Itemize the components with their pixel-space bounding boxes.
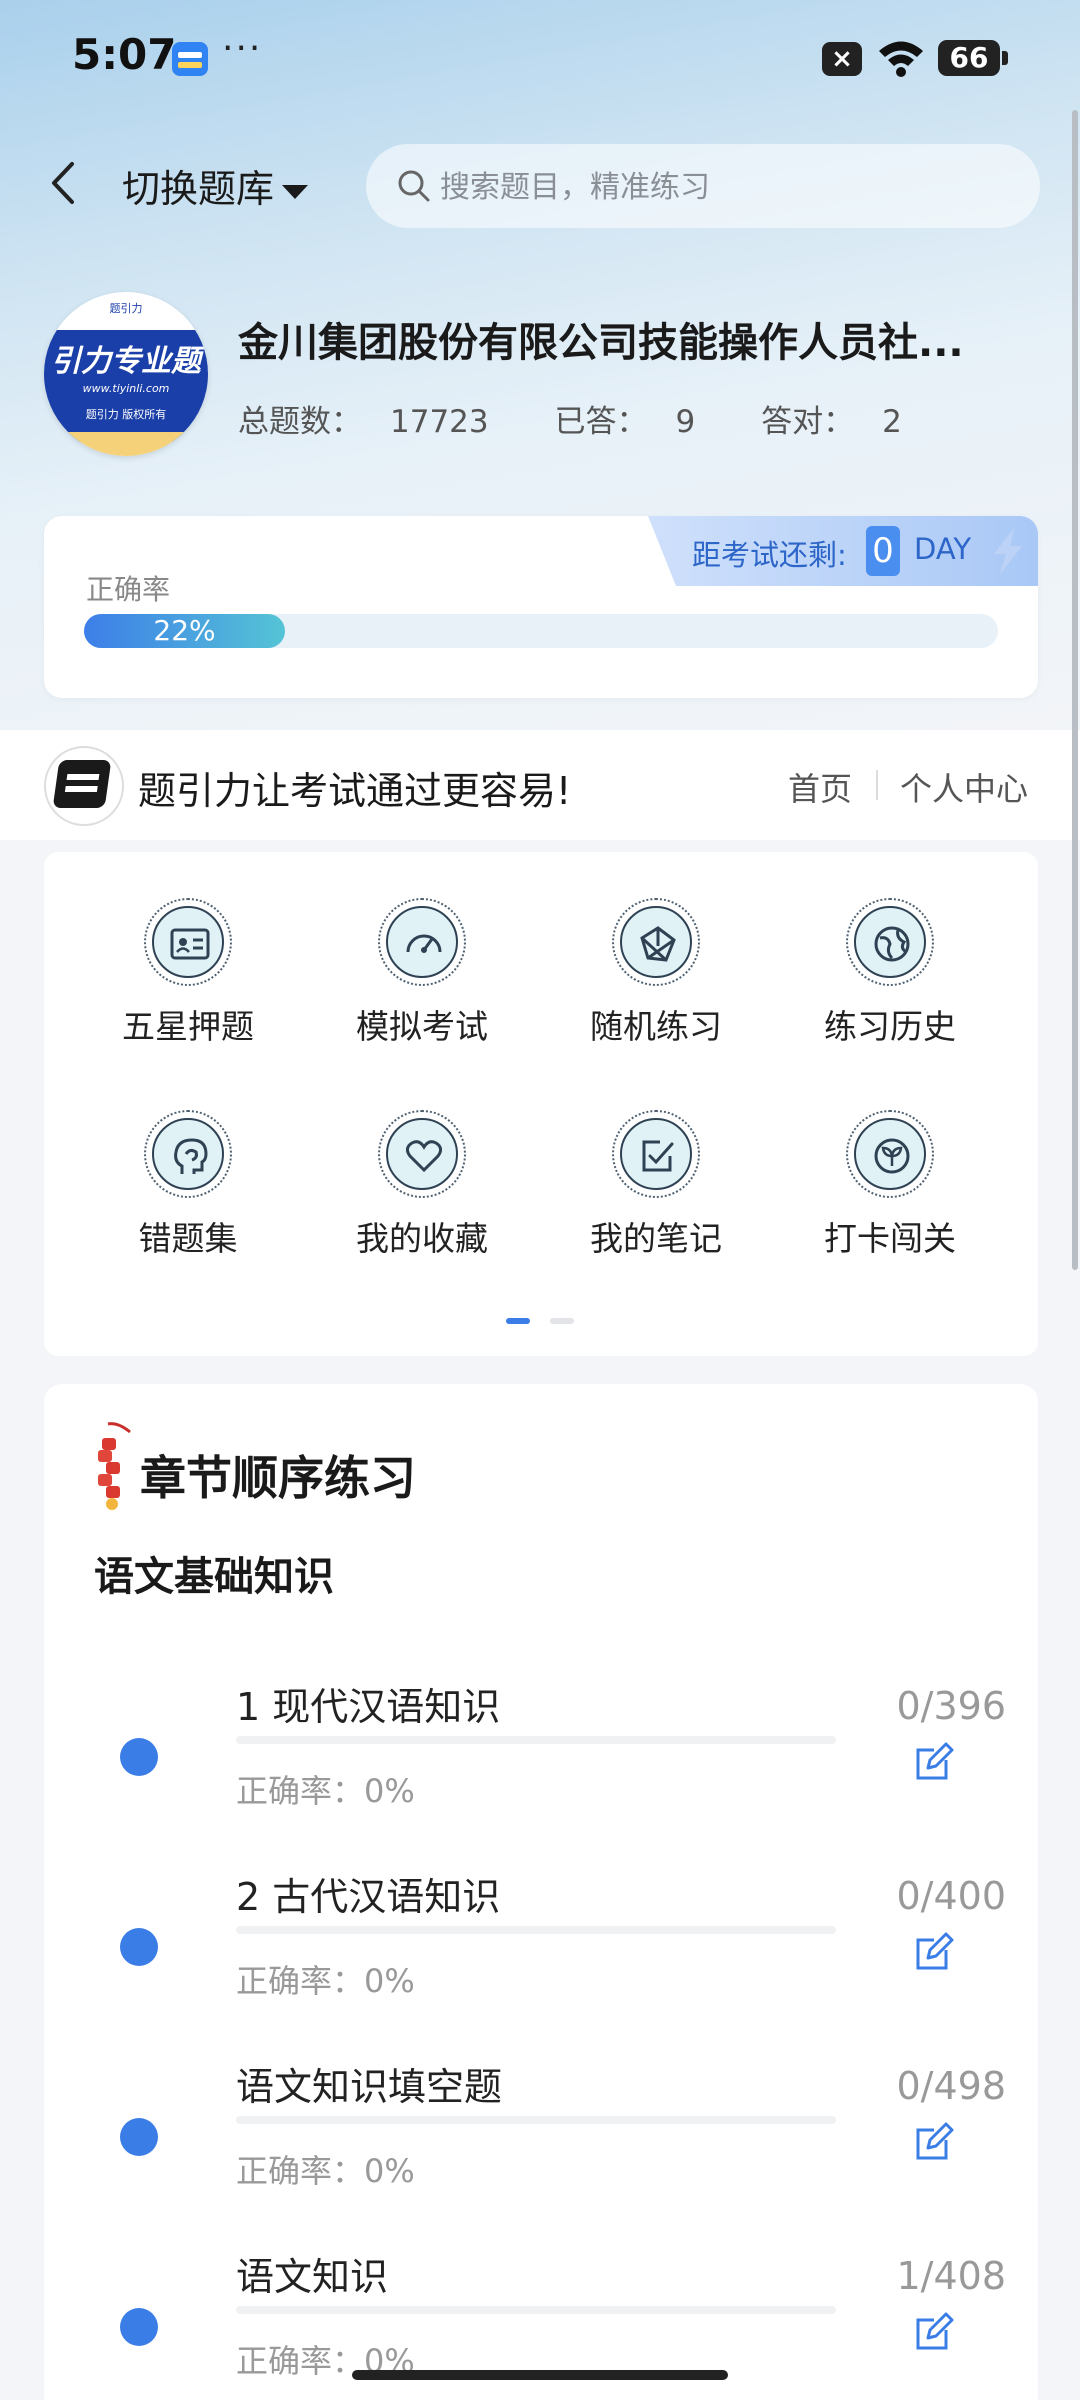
more-notifications-icon: ··· <box>222 28 263 69</box>
function-favorites[interactable]: 我的收藏 <box>332 1110 512 1260</box>
chapter-item[interactable]: 语文知识填空题 正确率：0% 0/498 <box>44 2048 1038 2238</box>
stat-total: 总题数： 17723 <box>238 404 489 440</box>
caret-down-icon <box>282 184 309 199</box>
scrollbar[interactable] <box>1072 110 1078 1270</box>
countdown-label: 距考试还剩: <box>692 538 847 572</box>
function-checkin[interactable]: 打卡闯关 <box>800 1110 980 1260</box>
wifi-icon <box>879 41 923 77</box>
exam-countdown: 距考试还剩: 0 DAY <box>648 516 1038 586</box>
tiyinli-logo-icon <box>44 746 124 826</box>
chapter-item[interactable]: 2 古代汉语知识 正确率：0% 0/400 <box>44 1858 1038 2048</box>
wallet-app-icon <box>172 42 208 76</box>
profile-link[interactable]: 个人中心 <box>900 764 1028 810</box>
switch-bank-dropdown[interactable]: 切换题库 <box>122 158 309 213</box>
divider <box>876 770 878 800</box>
chapter-progress-bar <box>236 2306 836 2314</box>
stat-correct: 答对： 2 <box>761 404 902 440</box>
brain-icon <box>174 1138 208 1174</box>
globe-icon <box>874 926 910 962</box>
chapter-dot <box>120 1738 158 1776</box>
chapter-practice-card: 章节顺序练习 语文基础知识 1 现代汉语知识 正确率：0% 0/396 2 古代… <box>44 1384 1038 2400</box>
edit-icon[interactable] <box>912 2310 956 2354</box>
function-wrong-questions[interactable]: 错题集 <box>98 1110 278 1260</box>
edit-icon[interactable] <box>912 1740 956 1784</box>
function-random-practice[interactable]: 随机练习 <box>566 898 746 1048</box>
chapter-progress-bar <box>236 1926 836 1934</box>
page-dot-active <box>506 1318 530 1324</box>
network-icon <box>640 926 676 962</box>
section-title: 语文基础知识 <box>90 1544 334 1604</box>
function-practice-history[interactable]: 练习历史 <box>800 898 980 1048</box>
accuracy-progress-bar: 22% <box>84 614 998 648</box>
edit-icon[interactable] <box>912 1930 956 1974</box>
firecracker-icon <box>98 1422 131 1510</box>
chapter-item[interactable]: 1 现代汉语知识 正确率：0% 0/396 <box>44 1668 1038 1858</box>
lightning-icon <box>994 528 1022 574</box>
chapter-heading: 章节顺序练习 <box>140 1451 416 1505</box>
chapter-dot <box>120 2118 158 2156</box>
status-time: 5:07 <box>72 30 177 79</box>
promo-banner: 题引力让考试通过更容易! 首页 个人中心 <box>0 730 1080 840</box>
bank-title: 金川集团股份有限公司技能操作人员社... <box>238 320 964 366</box>
heart-icon <box>405 1140 443 1173</box>
logo-url: www.tiyinli.com <box>82 382 170 395</box>
logo-text: 引力专业题 <box>51 344 201 379</box>
bank-logo: 题引力 引力专业题 www.tiyinli.com 题引力 版权所有 <box>44 292 208 456</box>
gauge-icon <box>406 934 442 953</box>
home-link[interactable]: 首页 <box>788 764 852 810</box>
stat-answered: 已答： 9 <box>554 404 696 440</box>
countdown-unit: DAY <box>914 532 972 566</box>
switch-bank-label: 切换题库 <box>122 167 275 211</box>
search-icon <box>398 170 430 202</box>
back-arrow-icon[interactable] <box>44 158 84 208</box>
search-input[interactable] <box>438 144 1002 230</box>
accuracy-label: 正确率 <box>86 573 171 606</box>
accuracy-percent: 22% <box>153 614 216 647</box>
search-bar[interactable] <box>366 144 1040 230</box>
home-indicator[interactable] <box>352 2370 728 2380</box>
chapter-progress-bar <box>236 1736 836 1744</box>
bank-stats: 总题数： 17723 已答： 9 答对： 2 <box>238 396 958 441</box>
no-sim-icon: × <box>822 42 862 76</box>
function-grid: 五星押题 模拟考试 随机练习 练习历史 错题集 我的收藏 我的笔记 打卡闯关 <box>44 852 1038 1356</box>
function-five-star[interactable]: 五星押题 <box>98 898 278 1048</box>
countdown-value: 0 <box>866 526 900 576</box>
chapter-progress-bar <box>236 2116 836 2124</box>
chapter-dot <box>120 2308 158 2346</box>
banner-slogan: 题引力让考试通过更容易! <box>138 769 572 813</box>
edit-icon[interactable] <box>912 2120 956 2164</box>
page-dot <box>550 1318 574 1324</box>
note-check-icon <box>642 1140 674 1172</box>
id-card-icon <box>170 928 210 960</box>
function-notes[interactable]: 我的笔记 <box>566 1110 746 1260</box>
chapter-dot <box>120 1928 158 1966</box>
accuracy-card: 距考试还剩: 0 DAY 正确率 22% <box>44 516 1038 698</box>
battery-icon: 66 <box>938 40 1008 76</box>
leaf-icon <box>874 1138 910 1174</box>
status-bar: 5:07 ··· × 66 <box>0 0 1080 120</box>
function-mock-exam[interactable]: 模拟考试 <box>332 898 512 1048</box>
